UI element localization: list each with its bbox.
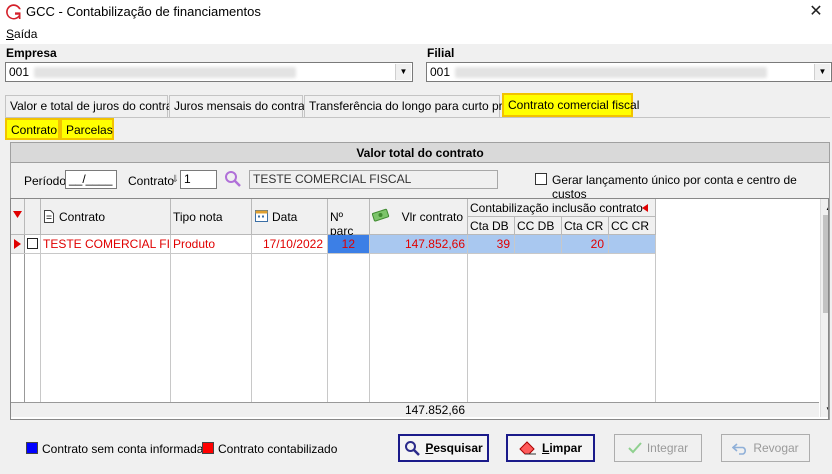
cell-contrato: TESTE COMERCIAL FI... (43, 237, 170, 251)
panel-title: Valor total do contrato (11, 143, 829, 163)
indicator-header (11, 199, 25, 235)
tab-valor-total-juros[interactable]: Valor e total de juros do contrato (5, 95, 183, 117)
gerar-lancamento-label: Gerar lançamento único por conta e centr… (552, 173, 797, 201)
column-header-contrato[interactable]: Contrato (41, 199, 171, 235)
subtab-parcelas[interactable]: Parcelas (60, 118, 114, 140)
tab-contrato-comercial-fiscal[interactable]: Contrato comercial fiscal (502, 93, 639, 117)
column-header-cc-db[interactable]: CC DB (515, 217, 562, 235)
contrato-label: Contrato (128, 174, 175, 188)
column-header-nparc[interactable]: Nº parc (328, 199, 370, 238)
periodo-label: Período (24, 174, 67, 188)
calendar-icon (255, 210, 268, 222)
undo-icon (732, 443, 747, 455)
row-checkbox[interactable] (27, 238, 38, 249)
gerar-lancamento-checkbox[interactable] (535, 173, 547, 185)
pesquisar-button[interactable]: Pesquisar (398, 434, 489, 462)
cell-tipo-nota: Produto (173, 237, 216, 251)
checkmark-icon (628, 442, 642, 454)
eraser-icon (519, 441, 536, 455)
legend-swatch-blue (26, 442, 38, 454)
legend-contrato-sem-conta: Contrato sem conta informada (42, 442, 204, 456)
column-group-header-contabilizacao: Contabilização inclusão contrato (468, 199, 656, 217)
filial-label: Filial (427, 46, 455, 60)
subtab-contrato[interactable]: Contrato (5, 118, 60, 140)
chevron-down-icon[interactable]: ▼ (395, 64, 411, 80)
empresa-value: 001 (9, 65, 30, 79)
select-header (25, 199, 41, 235)
filial-combo[interactable]: 001 ▼ (426, 62, 832, 82)
cell-data: 17/10/2022 (262, 237, 323, 251)
cell-cta-cr: 20 (562, 235, 608, 253)
contrato-input[interactable]: 1 (180, 170, 217, 189)
cell-vlr-contrato: 147.852,66 (370, 235, 467, 253)
cell-cc-db (515, 235, 561, 253)
limpar-button[interactable]: Limpar (506, 434, 595, 462)
search-icon (405, 441, 421, 456)
scroll-down-icon[interactable]: ▼ (825, 405, 828, 414)
tab-transferencia-longo-curto[interactable]: Transferência do longo para curto prazo (304, 95, 522, 117)
chevron-down-icon[interactable]: ▼ (814, 64, 830, 80)
sort-arrow-icon: ⇓ (171, 174, 180, 185)
legend-swatch-red (202, 442, 214, 454)
app-logo-icon (6, 4, 21, 20)
revogar-button[interactable]: Revogar (721, 434, 810, 462)
column-header-cta-db[interactable]: Cta DB (468, 217, 515, 235)
cell-cc-cr (609, 235, 655, 253)
collapse-left-icon[interactable] (642, 204, 648, 212)
column-header-vlr-contrato[interactable]: Vlr contrato (370, 199, 468, 235)
menu-item-saida[interactable]: Saída (6, 27, 37, 41)
scroll-thumb[interactable] (823, 215, 828, 313)
filial-name-redacted (455, 67, 767, 78)
empresa-combo[interactable]: 001 ▼ (5, 62, 413, 82)
document-icon (44, 210, 54, 223)
empresa-name-redacted (34, 67, 296, 78)
filial-value: 001 (430, 65, 451, 79)
cell-cta-db: 39 (468, 235, 514, 253)
legend-contrato-contabilizado: Contrato contabilizado (218, 442, 338, 456)
close-button[interactable]: ✕ (800, 0, 832, 24)
column-header-data[interactable]: Data (252, 199, 328, 235)
integrar-button[interactable]: Integrar (614, 434, 702, 462)
contracts-grid: Contrato Tipo nota Data Nº parc Vlr cont… (10, 198, 829, 420)
column-header-cc-cr[interactable]: CC CR (609, 217, 656, 235)
window-title: GCC - Contabilização de financiamentos (26, 4, 261, 19)
sort-down-icon (13, 211, 22, 218)
money-icon (372, 208, 390, 222)
current-row-arrow-icon (14, 239, 21, 249)
row-indicator (11, 235, 24, 253)
contrato-description: TESTE COMERCIAL FISCAL (249, 170, 498, 189)
tab-divider (5, 117, 830, 118)
total-vlr-contrato: 147.852,66 (404, 403, 465, 417)
search-icon[interactable] (224, 170, 242, 188)
menu-bar: Saída (0, 24, 832, 44)
scroll-up-icon[interactable]: ▲ (825, 203, 828, 212)
column-header-cta-cr[interactable]: Cta CR (562, 217, 609, 235)
empresa-label: Empresa (6, 46, 57, 60)
title-bar: GCC - Contabilização de financiamentos ✕ (0, 0, 832, 24)
periodo-input[interactable]: __/____ (65, 170, 117, 189)
column-header-tipo-nota[interactable]: Tipo nota (171, 199, 252, 235)
cell-nparc[interactable]: 12 (328, 235, 369, 253)
row-select-cell[interactable] (25, 235, 40, 253)
tab-juros-mensais[interactable]: Juros mensais do contrato (169, 95, 315, 117)
close-icon: ✕ (809, 3, 823, 20)
vertical-scrollbar[interactable]: ▲ ▼ (820, 199, 828, 417)
